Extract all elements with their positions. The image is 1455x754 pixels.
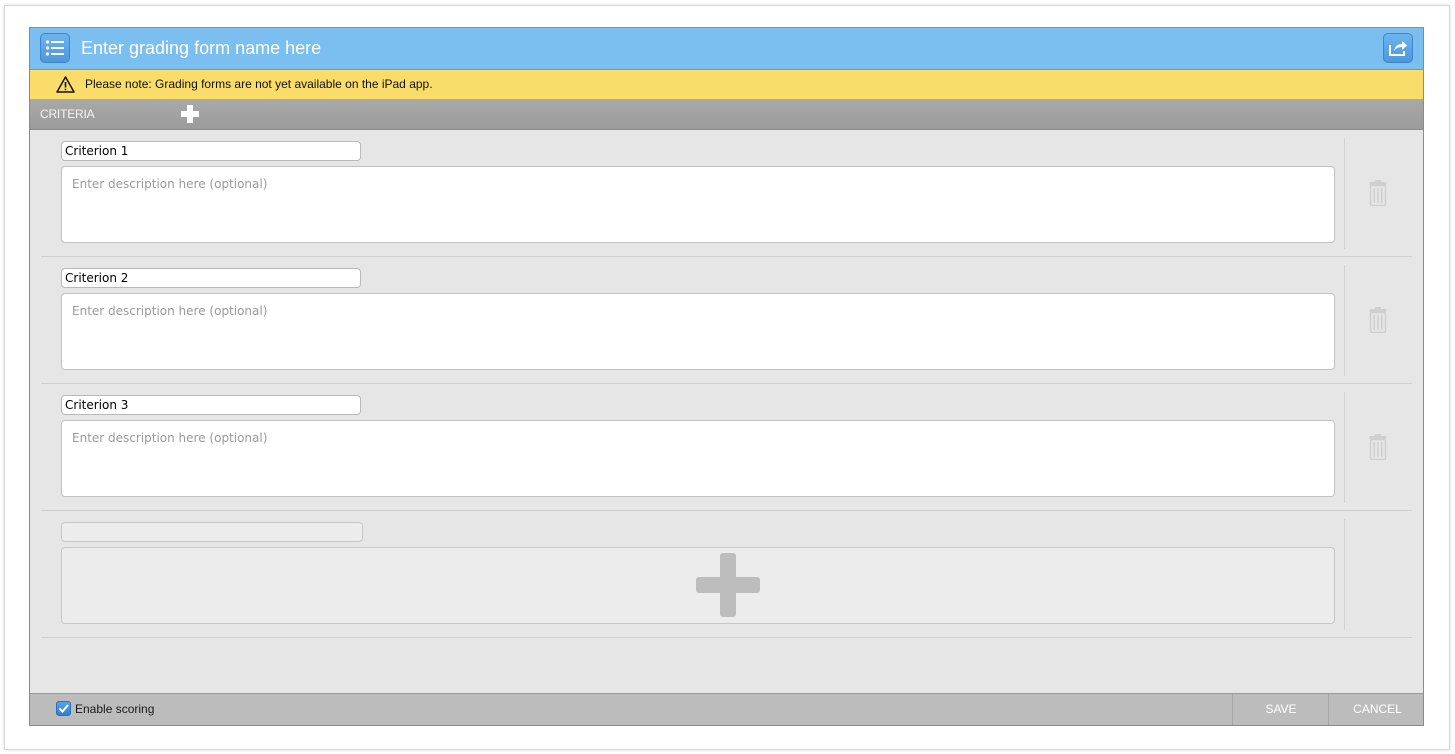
footer-bar: Enable scoring SAVE CANCEL xyxy=(30,693,1423,725)
notice-text: Please note: Grading forms are not yet a… xyxy=(85,77,433,91)
add-criterion-icon[interactable] xyxy=(181,105,199,123)
checkmark-icon xyxy=(58,704,69,713)
list-menu-button[interactable] xyxy=(40,33,70,63)
trash-icon[interactable] xyxy=(1369,180,1387,206)
trash-icon[interactable] xyxy=(1369,307,1387,333)
criterion-description-input[interactable]: Enter description here (optional) xyxy=(61,293,1335,370)
form-name-input[interactable]: Enter grading form name here xyxy=(81,28,321,69)
cancel-button[interactable]: CANCEL xyxy=(1328,694,1426,725)
add-criterion-placeholder-row[interactable] xyxy=(41,510,1412,638)
row-divider xyxy=(1344,138,1345,249)
criteria-heading: CRITERIA xyxy=(40,107,95,121)
header-bar: Enter grading form name here xyxy=(30,28,1423,70)
plus-icon xyxy=(696,553,760,617)
criterion-row: Criterion 1 Enter description here (opti… xyxy=(41,129,1412,257)
row-divider xyxy=(1344,519,1345,630)
criterion-name-input[interactable]: Criterion 1 xyxy=(61,141,361,161)
warning-icon xyxy=(56,76,75,93)
trash-icon[interactable] xyxy=(1369,434,1387,460)
grading-form-editor: Enter grading form name here Please note… xyxy=(29,27,1424,726)
criterion-description-input[interactable]: Enter description here (optional) xyxy=(61,166,1335,243)
criterion-name-input[interactable]: Criterion 3 xyxy=(61,395,361,415)
row-divider xyxy=(1344,392,1345,503)
list-icon xyxy=(45,40,64,56)
criterion-row: Criterion 3 Enter description here (opti… xyxy=(41,383,1412,511)
enable-scoring-label[interactable]: Enable scoring xyxy=(75,694,154,725)
criterion-description-input[interactable]: Enter description here (optional) xyxy=(61,420,1335,497)
enable-scoring-checkbox[interactable] xyxy=(56,701,71,716)
share-button[interactable] xyxy=(1383,33,1413,63)
add-criterion-area[interactable] xyxy=(61,547,1335,624)
ipad-notice-banner: Please note: Grading forms are not yet a… xyxy=(30,70,1423,100)
row-divider xyxy=(1344,265,1345,376)
save-button[interactable]: SAVE xyxy=(1232,694,1329,725)
criterion-name-input[interactable]: Criterion 2 xyxy=(61,268,361,288)
placeholder-name-field xyxy=(61,522,363,542)
criteria-toolbar: CRITERIA xyxy=(30,99,1423,130)
criterion-row: Criterion 2 Enter description here (opti… xyxy=(41,256,1412,384)
share-icon xyxy=(1389,41,1407,56)
